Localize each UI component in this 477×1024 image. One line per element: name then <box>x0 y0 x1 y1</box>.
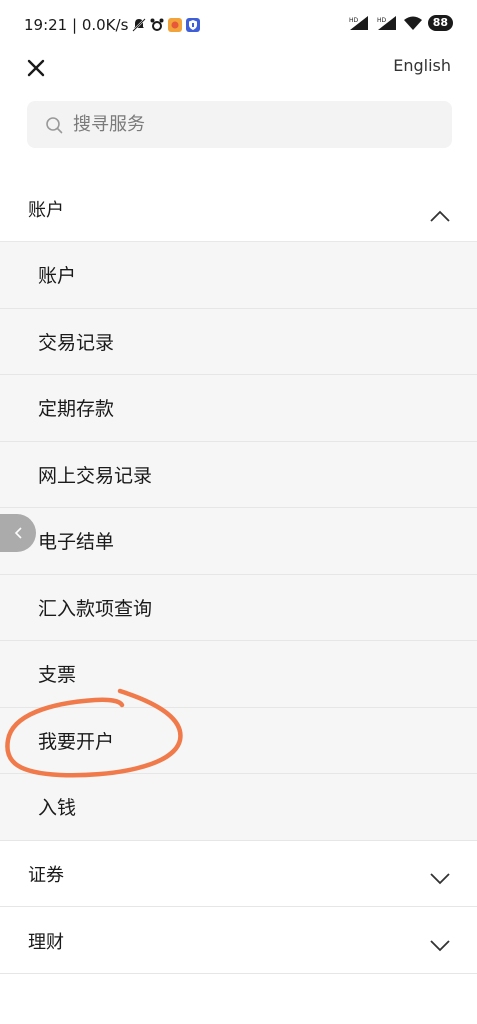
alarm-icon <box>150 18 164 31</box>
language-switch-link[interactable]: English <box>393 56 451 75</box>
status-bar: 19:21 | 0.0K/s HD HD 88 <box>0 0 477 52</box>
submenu-item-open-account[interactable]: 我要开户 <box>0 708 477 774</box>
app-notification-icon <box>168 18 183 32</box>
close-icon <box>27 59 45 77</box>
notification-off-icon <box>132 18 147 32</box>
search-box[interactable] <box>27 101 452 148</box>
section-header-account[interactable]: 账户 <box>0 176 477 242</box>
submenu-item-cheque[interactable]: 支票 <box>0 641 477 708</box>
search-input[interactable] <box>73 114 413 135</box>
chevron-up-icon <box>430 210 450 222</box>
section-header-wealth[interactable]: 理财 <box>0 907 477 973</box>
submenu-item-transaction-records[interactable]: 交易记录 <box>0 309 477 375</box>
battery-indicator: 88 <box>427 15 453 31</box>
wifi-icon <box>403 16 422 30</box>
chevron-down-icon <box>430 940 450 952</box>
section-header-securities[interactable]: 证券 <box>0 840 477 906</box>
section-label-wealth: 理财 <box>28 932 64 953</box>
chevron-left-icon <box>14 527 22 539</box>
submenu-item-inward-remittance[interactable]: 汇入款项查询 <box>0 575 477 641</box>
submenu-item-online-transaction-records[interactable]: 网上交易记录 <box>0 442 477 508</box>
shield-app-icon <box>186 18 201 32</box>
submenu-item-label: 入钱 <box>38 797 77 820</box>
status-left: 19:21 | 0.0K/s <box>24 16 201 34</box>
submenu-item-label: 账户 <box>38 265 77 288</box>
section-label-securities: 证券 <box>28 865 64 886</box>
submenu-item-e-statement[interactable]: 电子结单 <box>0 508 477 575</box>
divider <box>0 973 477 974</box>
submenu-item-label: 定期存款 <box>38 398 115 421</box>
submenu-item-label: 我要开户 <box>38 730 115 753</box>
section-label-account: 账户 <box>28 200 64 221</box>
status-right: HD HD 88 <box>348 15 453 31</box>
submenu-item-label: 网上交易记录 <box>38 464 153 487</box>
submenu-item-label: 支票 <box>38 664 77 687</box>
search-icon <box>46 116 63 133</box>
submenu-item-label: 交易记录 <box>38 331 115 354</box>
chevron-down-icon <box>430 873 450 885</box>
submenu-item-label: 汇入款项查询 <box>38 597 153 620</box>
close-button[interactable] <box>24 56 48 80</box>
submenu-item-time-deposit[interactable]: 定期存款 <box>0 375 477 442</box>
svg-text:HD: HD <box>377 17 387 24</box>
account-submenu: 账户 交易记录 定期存款 网上交易记录 电子结单 汇入款项查询 支票 我要开户 … <box>0 241 477 841</box>
svg-text:HD: HD <box>349 17 359 24</box>
status-time: 19:21 | 0.0K/s <box>24 16 129 34</box>
submenu-item-account[interactable]: 账户 <box>0 242 477 309</box>
submenu-item-deposit-money[interactable]: 入钱 <box>0 774 477 841</box>
signal-hd-icon-2: HD <box>377 16 396 30</box>
signal-hd-icon: HD <box>349 16 368 30</box>
submenu-item-label: 电子结单 <box>38 531 115 554</box>
